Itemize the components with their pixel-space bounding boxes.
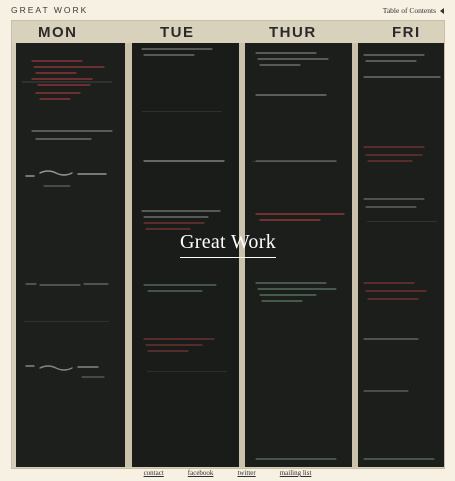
table-of-contents-label: Table of Contents bbox=[382, 6, 436, 15]
footer-nav: contact facebook twitter mailing list bbox=[0, 469, 455, 477]
footer-link-twitter[interactable]: twitter bbox=[237, 469, 255, 477]
table-of-contents-button[interactable]: Table of Contents bbox=[383, 6, 444, 15]
footer-link-contact[interactable]: contact bbox=[144, 469, 164, 477]
hero-title[interactable]: Great Work bbox=[12, 231, 444, 258]
board-day-tue: TUE bbox=[160, 24, 195, 41]
site-title[interactable]: GREAT WORK bbox=[11, 5, 88, 15]
board-day-thur: THUR bbox=[269, 24, 317, 41]
hero-title-text[interactable]: Great Work bbox=[180, 231, 276, 258]
board-day-fri: FRI bbox=[392, 24, 421, 41]
board-day-labels: MON TUE THUR FRI bbox=[12, 23, 444, 43]
hero-image[interactable]: MON TUE THUR FRI Great Work bbox=[11, 20, 445, 469]
board-day-mon: MON bbox=[38, 24, 78, 41]
footer-link-mailing-list[interactable]: mailing list bbox=[280, 469, 312, 477]
triangle-left-icon bbox=[440, 7, 444, 14]
footer-link-facebook[interactable]: facebook bbox=[188, 469, 214, 477]
